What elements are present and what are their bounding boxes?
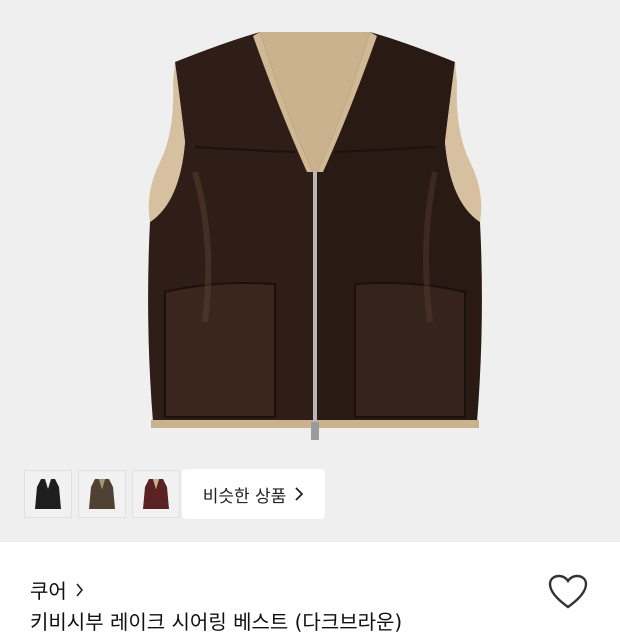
chevron-right-icon — [76, 582, 83, 597]
zipper-pull — [311, 422, 319, 440]
chevron-right-icon — [295, 487, 304, 501]
brand-name: 쿠어 — [30, 579, 67, 603]
brand-link[interactable]: 쿠어 — [30, 575, 84, 604]
product-title: 키비시부 레이크 시어링 베스트 (다크브라운) — [30, 610, 403, 634]
thumbnail-vest-burgundy — [143, 479, 169, 509]
thumbnail-black[interactable] — [24, 470, 72, 518]
product-image-area[interactable] — [0, 0, 620, 542]
thumbnail-vest-black — [35, 479, 61, 509]
thumbnail-vest-olive — [89, 479, 115, 509]
thumbnail-burgundy[interactable] — [132, 470, 180, 518]
heart-outline-icon[interactable] — [548, 574, 588, 610]
similar-products-button[interactable]: 비슷한 상품 — [182, 469, 325, 519]
product-image-vest — [148, 32, 482, 440]
right-pocket — [354, 282, 466, 418]
left-pocket — [164, 282, 276, 418]
similar-products-label: 비슷한 상품 — [202, 486, 287, 507]
thumbnail-strip — [24, 469, 180, 519]
thumbnail-olive-brown[interactable] — [78, 470, 126, 518]
